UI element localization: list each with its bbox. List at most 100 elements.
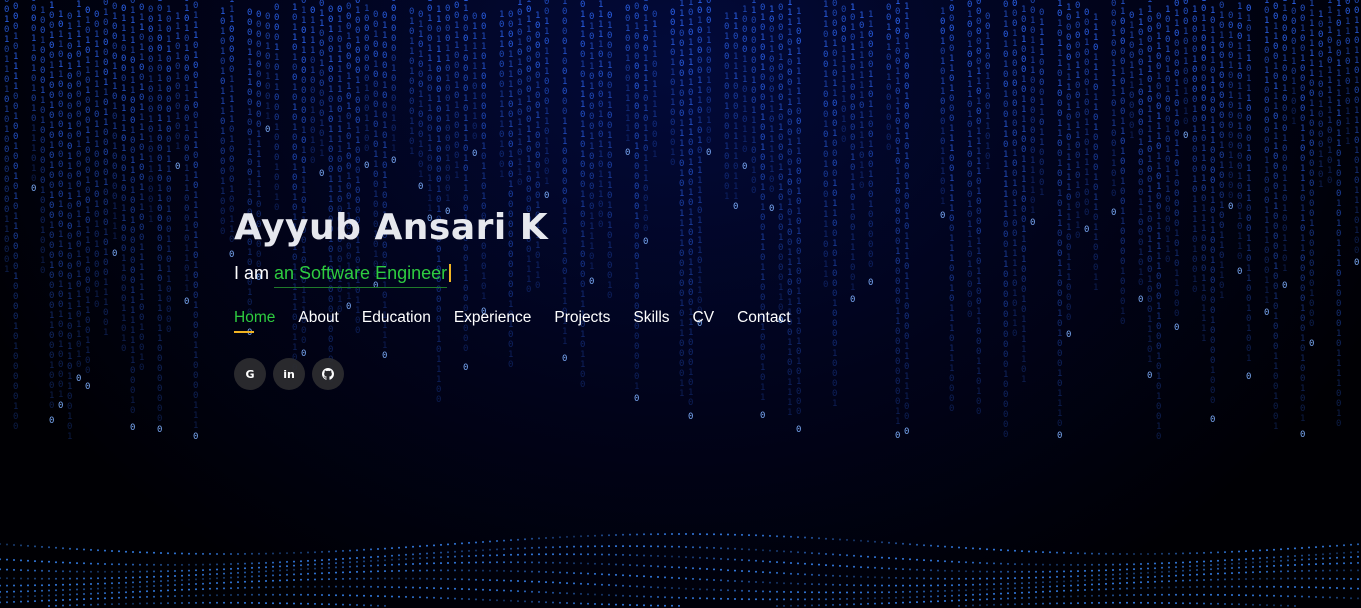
svg-text:1: 1 xyxy=(589,142,594,152)
svg-text:1: 1 xyxy=(481,142,486,152)
svg-text:1: 1 xyxy=(1030,206,1035,216)
nav-contact[interactable]: Contact xyxy=(737,308,790,332)
svg-text:0: 0 xyxy=(607,111,612,121)
svg-text:0: 0 xyxy=(67,262,72,272)
svg-text:1: 1 xyxy=(139,323,144,333)
nav-skills[interactable]: Skills xyxy=(633,308,669,332)
linkedin-link-button[interactable]: in xyxy=(273,358,305,390)
svg-text:1: 1 xyxy=(1210,186,1215,196)
svg-text:0: 0 xyxy=(130,56,135,66)
svg-text:0: 0 xyxy=(4,195,9,205)
svg-text:1: 1 xyxy=(1030,36,1035,46)
svg-text:1: 1 xyxy=(1345,117,1350,127)
svg-text:0: 0 xyxy=(103,238,108,248)
svg-text:0: 0 xyxy=(724,22,729,32)
nav-education[interactable]: Education xyxy=(362,308,431,332)
svg-text:0: 0 xyxy=(31,14,36,24)
svg-text:1: 1 xyxy=(328,85,333,95)
svg-text:0: 0 xyxy=(49,251,54,261)
nav-experience[interactable]: Experience xyxy=(454,308,532,332)
svg-text:1: 1 xyxy=(1093,273,1098,283)
svg-text:0: 0 xyxy=(724,172,729,182)
svg-text:1: 1 xyxy=(499,110,504,120)
svg-text:1: 1 xyxy=(157,264,162,274)
svg-text:0: 0 xyxy=(1219,251,1224,261)
svg-text:0: 0 xyxy=(643,114,648,124)
svg-text:1: 1 xyxy=(949,124,954,134)
svg-text:0: 0 xyxy=(1282,64,1287,74)
svg-text:0: 0 xyxy=(1156,82,1161,92)
svg-text:1: 1 xyxy=(1057,49,1062,59)
nav-about[interactable]: About xyxy=(298,308,339,332)
svg-text:0: 0 xyxy=(1219,131,1224,141)
svg-text:0: 0 xyxy=(40,56,45,66)
svg-text:0: 0 xyxy=(895,47,900,57)
svg-text:0: 0 xyxy=(1057,29,1062,39)
svg-text:0: 0 xyxy=(346,182,351,192)
svg-text:1: 1 xyxy=(274,123,279,133)
svg-text:0: 0 xyxy=(1246,154,1251,164)
svg-text:1: 1 xyxy=(1246,164,1251,174)
svg-text:0: 0 xyxy=(463,84,468,94)
svg-text:0: 0 xyxy=(31,114,36,124)
nav-projects[interactable]: Projects xyxy=(554,308,610,332)
svg-text:0: 0 xyxy=(1084,8,1089,18)
svg-text:0: 0 xyxy=(103,218,108,228)
svg-text:0: 0 xyxy=(49,51,54,61)
svg-text:0: 0 xyxy=(130,96,135,106)
svg-text:1: 1 xyxy=(193,411,198,421)
svg-text:0: 0 xyxy=(1273,282,1278,292)
svg-text:1: 1 xyxy=(4,125,9,135)
nav-cv[interactable]: CV xyxy=(693,308,715,332)
svg-text:0: 0 xyxy=(1210,176,1215,186)
svg-text:0: 0 xyxy=(1201,104,1206,114)
svg-text:0: 0 xyxy=(859,101,864,111)
svg-text:0: 0 xyxy=(364,14,369,24)
svg-text:1: 1 xyxy=(904,182,909,192)
svg-text:0: 0 xyxy=(697,106,702,116)
svg-text:1: 1 xyxy=(85,226,90,236)
svg-text:0: 0 xyxy=(382,41,387,51)
svg-text:0: 0 xyxy=(706,136,711,146)
github-link-button[interactable] xyxy=(312,358,344,390)
svg-text:1: 1 xyxy=(796,87,801,97)
svg-text:0: 0 xyxy=(526,175,531,185)
svg-text:0: 0 xyxy=(193,41,198,51)
svg-text:0: 0 xyxy=(4,205,9,215)
svg-text:1: 1 xyxy=(1300,304,1305,314)
svg-text:1: 1 xyxy=(1138,248,1143,258)
svg-text:1: 1 xyxy=(166,265,171,275)
svg-text:0: 0 xyxy=(49,381,54,391)
svg-text:1: 1 xyxy=(1021,315,1026,325)
svg-text:1: 1 xyxy=(1030,46,1035,56)
svg-text:0: 0 xyxy=(1318,30,1323,40)
svg-text:0: 0 xyxy=(355,146,360,156)
svg-text:0: 0 xyxy=(706,46,711,56)
svg-text:0: 0 xyxy=(1345,0,1350,7)
svg-text:0: 0 xyxy=(445,134,450,144)
svg-text:0: 0 xyxy=(1147,15,1152,25)
svg-text:0: 0 xyxy=(157,174,162,184)
nav-home[interactable]: Home xyxy=(234,308,275,333)
svg-text:1: 1 xyxy=(148,135,153,145)
svg-text:0: 0 xyxy=(1120,277,1125,287)
svg-text:0: 0 xyxy=(1237,192,1242,202)
svg-text:0: 0 xyxy=(1174,289,1179,299)
svg-text:0: 0 xyxy=(1354,136,1359,146)
svg-text:0: 0 xyxy=(1273,252,1278,262)
svg-text:0: 0 xyxy=(85,316,90,326)
svg-text:0: 0 xyxy=(1066,330,1071,340)
svg-text:1: 1 xyxy=(679,19,684,29)
svg-text:0: 0 xyxy=(949,154,954,164)
google-link-button[interactable]: G xyxy=(234,358,266,390)
svg-text:0: 0 xyxy=(1309,119,1314,129)
svg-text:1: 1 xyxy=(742,65,747,75)
svg-text:0: 0 xyxy=(229,25,234,35)
svg-text:0: 0 xyxy=(1345,7,1350,17)
svg-text:1: 1 xyxy=(328,55,333,65)
svg-text:1: 1 xyxy=(526,15,531,25)
svg-text:0: 0 xyxy=(508,170,513,180)
svg-text:0: 0 xyxy=(58,380,63,390)
svg-text:0: 0 xyxy=(1291,97,1296,107)
svg-text:0: 0 xyxy=(751,96,756,106)
